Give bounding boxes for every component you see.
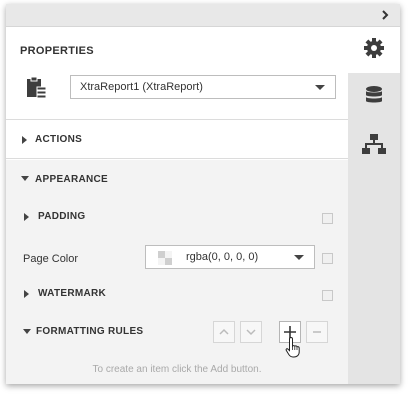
properties-content: PROPERTIES XtraReport1 (XtraReport) ACTI… [6, 27, 348, 384]
database-icon [365, 85, 383, 112]
empty-rules-hint: To create an item click the Add button. [92, 364, 262, 375]
padding-label: PADDING [38, 211, 86, 222]
right-tab-rail [348, 27, 400, 384]
chevron-right-icon[interactable] [378, 8, 392, 22]
padding-checkbox[interactable] [322, 213, 333, 224]
panel-top-bar [6, 4, 400, 27]
collapse-down-icon [21, 176, 29, 181]
down-arrow-icon [246, 329, 256, 336]
page-color-select[interactable]: rgba(0, 0, 0, 0) [145, 245, 315, 269]
chevron-down-icon [315, 84, 325, 90]
move-down-button[interactable] [240, 321, 262, 343]
collapse-down-icon [23, 329, 31, 334]
hierarchy-icon [362, 133, 386, 160]
report-select[interactable]: XtraReport1 (XtraReport) [70, 75, 336, 99]
transparent-swatch-icon [158, 251, 172, 265]
tab-report-explorer[interactable] [348, 123, 400, 169]
expand-right-icon [24, 290, 29, 298]
watermark-checkbox[interactable] [322, 290, 333, 301]
tab-data-source[interactable] [348, 75, 400, 121]
chevron-down-icon [294, 254, 304, 260]
padding-row[interactable]: PADDING [6, 199, 348, 239]
actions-group-header[interactable]: ACTIONS [6, 119, 348, 159]
actions-label: ACTIONS [35, 134, 83, 145]
properties-panel: PROPERTIES XtraReport1 (XtraReport) ACTI… [6, 4, 400, 384]
watermark-row[interactable]: WATERMARK [6, 276, 348, 316]
appearance-label: APPEARANCE [35, 174, 109, 185]
hand-cursor-icon [285, 336, 303, 363]
report-select-value: XtraReport1 (XtraReport) [80, 81, 203, 93]
formatting-rules-label: FORMATTING RULES [36, 326, 144, 337]
remove-rule-button[interactable] [306, 321, 328, 343]
minus-icon [313, 331, 321, 333]
page-color-label: Page Color [23, 253, 79, 265]
expand-right-icon [24, 213, 29, 221]
report-clipboard-icon [24, 75, 50, 101]
move-up-button[interactable] [213, 321, 235, 343]
appearance-group-header[interactable]: APPEARANCE [6, 160, 348, 200]
tab-properties[interactable] [348, 27, 400, 73]
report-selector-row: XtraReport1 (XtraReport) [24, 73, 336, 103]
formatting-rules-row[interactable]: FORMATTING RULES [6, 314, 348, 358]
page-color-checkbox[interactable] [322, 253, 333, 264]
up-arrow-icon [219, 328, 229, 335]
page-color-row: Page Color rgba(0, 0, 0, 0) [6, 239, 348, 279]
expand-right-icon [22, 136, 27, 144]
gear-icon [363, 37, 385, 64]
watermark-label: WATERMARK [38, 288, 107, 299]
section-title: PROPERTIES [20, 45, 94, 57]
